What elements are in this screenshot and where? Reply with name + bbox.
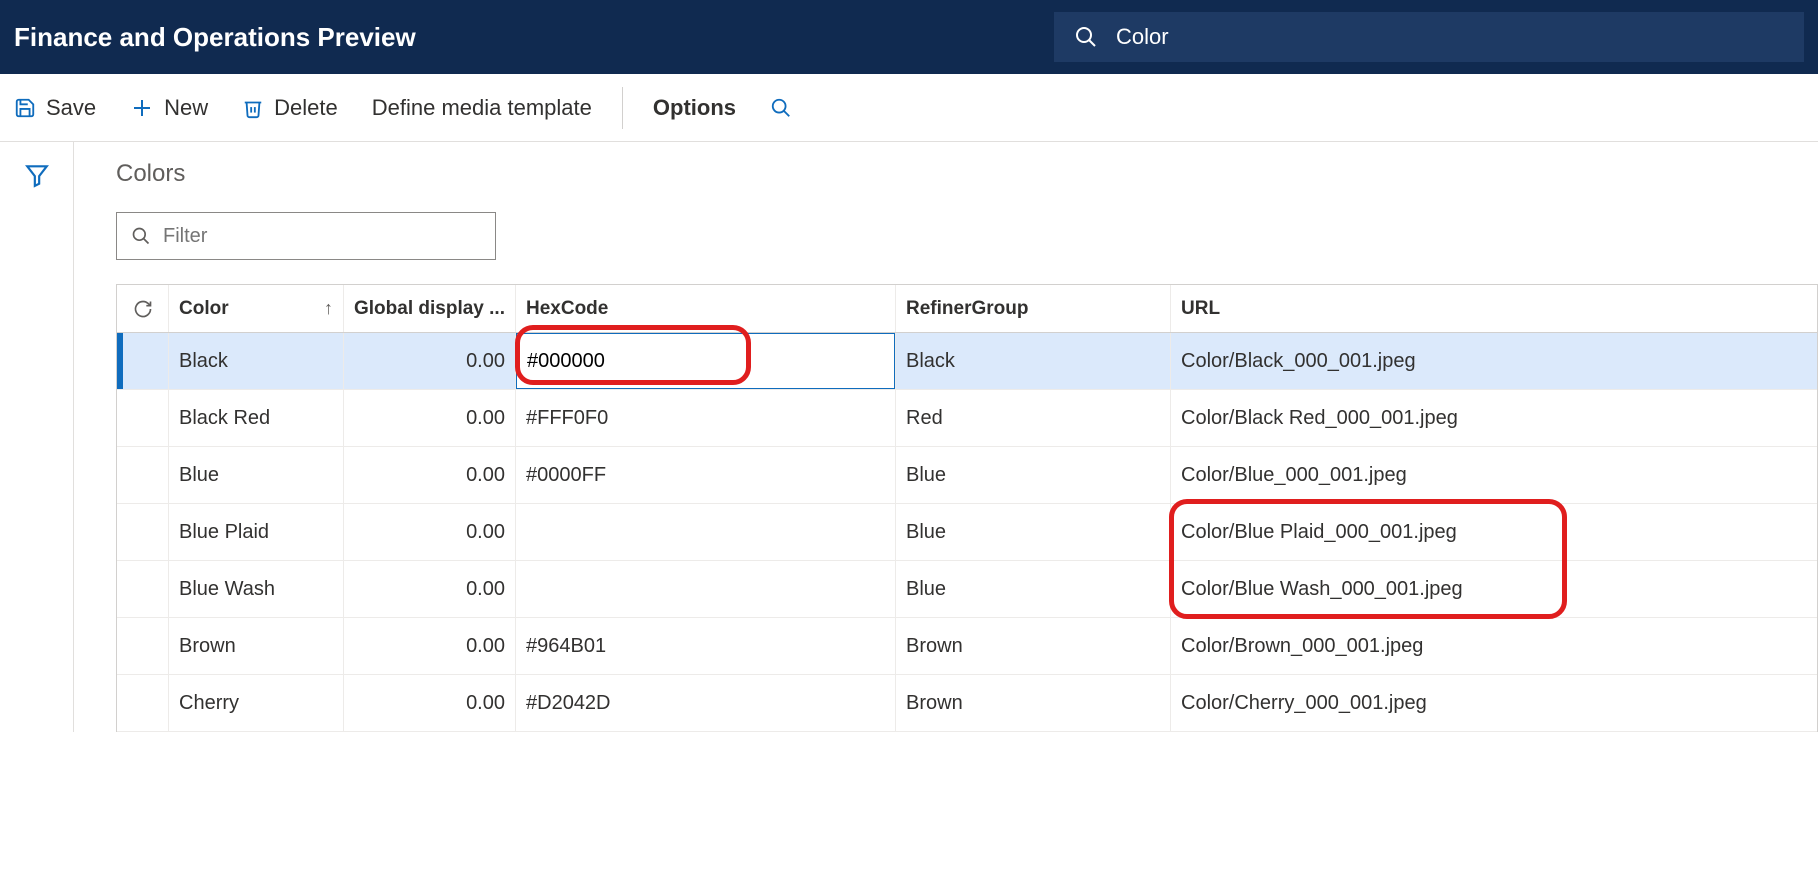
cell-refiner[interactable]: Brown bbox=[896, 675, 1171, 731]
grid-filter-input[interactable] bbox=[116, 212, 496, 260]
define-media-label: Define media template bbox=[372, 95, 592, 121]
column-header-global-display[interactable]: Global display ... bbox=[344, 285, 516, 332]
cell-refiner[interactable]: Blue bbox=[896, 504, 1171, 560]
cell-color[interactable]: Brown bbox=[169, 618, 344, 674]
delete-button[interactable]: Delete bbox=[242, 91, 338, 125]
search-icon bbox=[1074, 25, 1098, 49]
cell-refiner[interactable]: Blue bbox=[896, 561, 1171, 617]
table-row[interactable]: Blue Plaid0.00 BlueColor/Blue Plaid_000_0… bbox=[117, 504, 1817, 561]
row-selector[interactable] bbox=[117, 390, 169, 446]
save-icon bbox=[14, 97, 36, 119]
cell-hexcode[interactable] bbox=[516, 504, 896, 560]
cell-color[interactable]: Blue Plaid bbox=[169, 504, 344, 560]
cell-global-display[interactable]: 0.00 bbox=[344, 447, 516, 503]
row-selector[interactable] bbox=[117, 504, 169, 560]
cell-hexcode[interactable] bbox=[516, 333, 896, 389]
filter-field[interactable] bbox=[163, 225, 481, 248]
cell-global-display[interactable]: 0.00 bbox=[344, 618, 516, 674]
content-pane: Colors Color ↑ Global display ... HexCod… bbox=[74, 142, 1818, 732]
table-row[interactable]: Cherry0.00#D2042DBrownColor/Cherry_000_0… bbox=[117, 675, 1817, 732]
filter-icon bbox=[24, 162, 50, 188]
save-label: Save bbox=[46, 95, 96, 121]
cell-color[interactable]: Cherry bbox=[169, 675, 344, 731]
define-media-button[interactable]: Define media template bbox=[372, 91, 592, 125]
global-search-text: Color bbox=[1116, 24, 1169, 50]
column-header-refiner[interactable]: RefinerGroup bbox=[896, 285, 1171, 332]
grid-header: Color ↑ Global display ... HexCode Refin… bbox=[117, 285, 1817, 333]
search-icon bbox=[131, 226, 151, 246]
cell-hexcode[interactable]: #D2042D bbox=[516, 675, 896, 731]
table-row[interactable]: Black Red0.00#FFF0F0RedColor/Black Red_0… bbox=[117, 390, 1817, 447]
filter-pane-toggle[interactable] bbox=[24, 162, 50, 193]
cell-hexcode[interactable]: #0000FF bbox=[516, 447, 896, 503]
toolbar-search-button[interactable] bbox=[770, 93, 792, 123]
new-label: New bbox=[164, 95, 208, 121]
cell-url[interactable]: Color/Blue Plaid_000_001.jpeg bbox=[1171, 504, 1811, 560]
section-title: Colors bbox=[116, 160, 1818, 188]
toolbar-divider bbox=[622, 87, 623, 129]
cell-url[interactable]: Color/Cherry_000_001.jpeg bbox=[1171, 675, 1811, 731]
table-row[interactable]: Blue0.00#0000FFBlueColor/Blue_000_001.jp… bbox=[117, 447, 1817, 504]
action-bar: Save New Delete Define media template Op… bbox=[0, 74, 1818, 142]
cell-url[interactable]: Color/Black Red_000_001.jpeg bbox=[1171, 390, 1811, 446]
cell-global-display[interactable]: 0.00 bbox=[344, 561, 516, 617]
sort-asc-icon: ↑ bbox=[324, 298, 333, 319]
table-row[interactable]: Brown0.00#964B01BrownColor/Brown_000_001… bbox=[117, 618, 1817, 675]
delete-label: Delete bbox=[274, 95, 338, 121]
filter-rail bbox=[0, 142, 74, 732]
new-button[interactable]: New bbox=[130, 91, 208, 125]
options-label: Options bbox=[653, 95, 736, 121]
cell-color[interactable]: Blue Wash bbox=[169, 561, 344, 617]
cell-refiner[interactable]: Red bbox=[896, 390, 1171, 446]
cell-refiner[interactable]: Brown bbox=[896, 618, 1171, 674]
column-header-url[interactable]: URL bbox=[1171, 285, 1811, 332]
table-row[interactable]: Black0.00BlackColor/Black_000_001.jpeg bbox=[117, 333, 1817, 390]
cell-global-display[interactable]: 0.00 bbox=[344, 675, 516, 731]
cell-global-display[interactable]: 0.00 bbox=[344, 390, 516, 446]
cell-global-display[interactable]: 0.00 bbox=[344, 333, 516, 389]
app-title: Finance and Operations Preview bbox=[14, 22, 416, 53]
refresh-icon bbox=[133, 299, 153, 319]
table-row[interactable]: Blue Wash0.00 BlueColor/Blue Wash_000_001… bbox=[117, 561, 1817, 618]
cell-refiner[interactable]: Blue bbox=[896, 447, 1171, 503]
row-selector[interactable] bbox=[117, 333, 169, 389]
refresh-column-header[interactable] bbox=[117, 285, 169, 332]
col-label: Color bbox=[179, 298, 229, 320]
row-selector[interactable] bbox=[117, 618, 169, 674]
app-header: Finance and Operations Preview Color bbox=[0, 0, 1818, 74]
hexcode-input[interactable] bbox=[527, 334, 884, 388]
row-selector[interactable] bbox=[117, 447, 169, 503]
cell-url[interactable]: Color/Blue Wash_000_001.jpeg bbox=[1171, 561, 1811, 617]
cell-url[interactable]: Color/Black_000_001.jpeg bbox=[1171, 333, 1811, 389]
trash-icon bbox=[242, 97, 264, 119]
cell-refiner[interactable]: Black bbox=[896, 333, 1171, 389]
plus-icon bbox=[130, 96, 154, 120]
cell-hexcode[interactable] bbox=[516, 561, 896, 617]
cell-hexcode[interactable]: #964B01 bbox=[516, 618, 896, 674]
cell-global-display[interactable]: 0.00 bbox=[344, 504, 516, 560]
global-search[interactable]: Color bbox=[1054, 12, 1804, 62]
cell-color[interactable]: Black bbox=[169, 333, 344, 389]
cell-color[interactable]: Blue bbox=[169, 447, 344, 503]
cell-url[interactable]: Color/Blue_000_001.jpeg bbox=[1171, 447, 1811, 503]
row-selector[interactable] bbox=[117, 561, 169, 617]
search-icon bbox=[770, 97, 792, 119]
column-header-color[interactable]: Color ↑ bbox=[169, 285, 344, 332]
colors-grid: Color ↑ Global display ... HexCode Refin… bbox=[116, 284, 1818, 732]
column-header-hexcode[interactable]: HexCode bbox=[516, 285, 896, 332]
cell-url[interactable]: Color/Brown_000_001.jpeg bbox=[1171, 618, 1811, 674]
cell-color[interactable]: Black Red bbox=[169, 390, 344, 446]
row-selector[interactable] bbox=[117, 675, 169, 731]
main-area: Colors Color ↑ Global display ... HexCod… bbox=[0, 142, 1818, 732]
options-button[interactable]: Options bbox=[653, 91, 736, 125]
save-button[interactable]: Save bbox=[14, 91, 96, 125]
cell-hexcode[interactable]: #FFF0F0 bbox=[516, 390, 896, 446]
